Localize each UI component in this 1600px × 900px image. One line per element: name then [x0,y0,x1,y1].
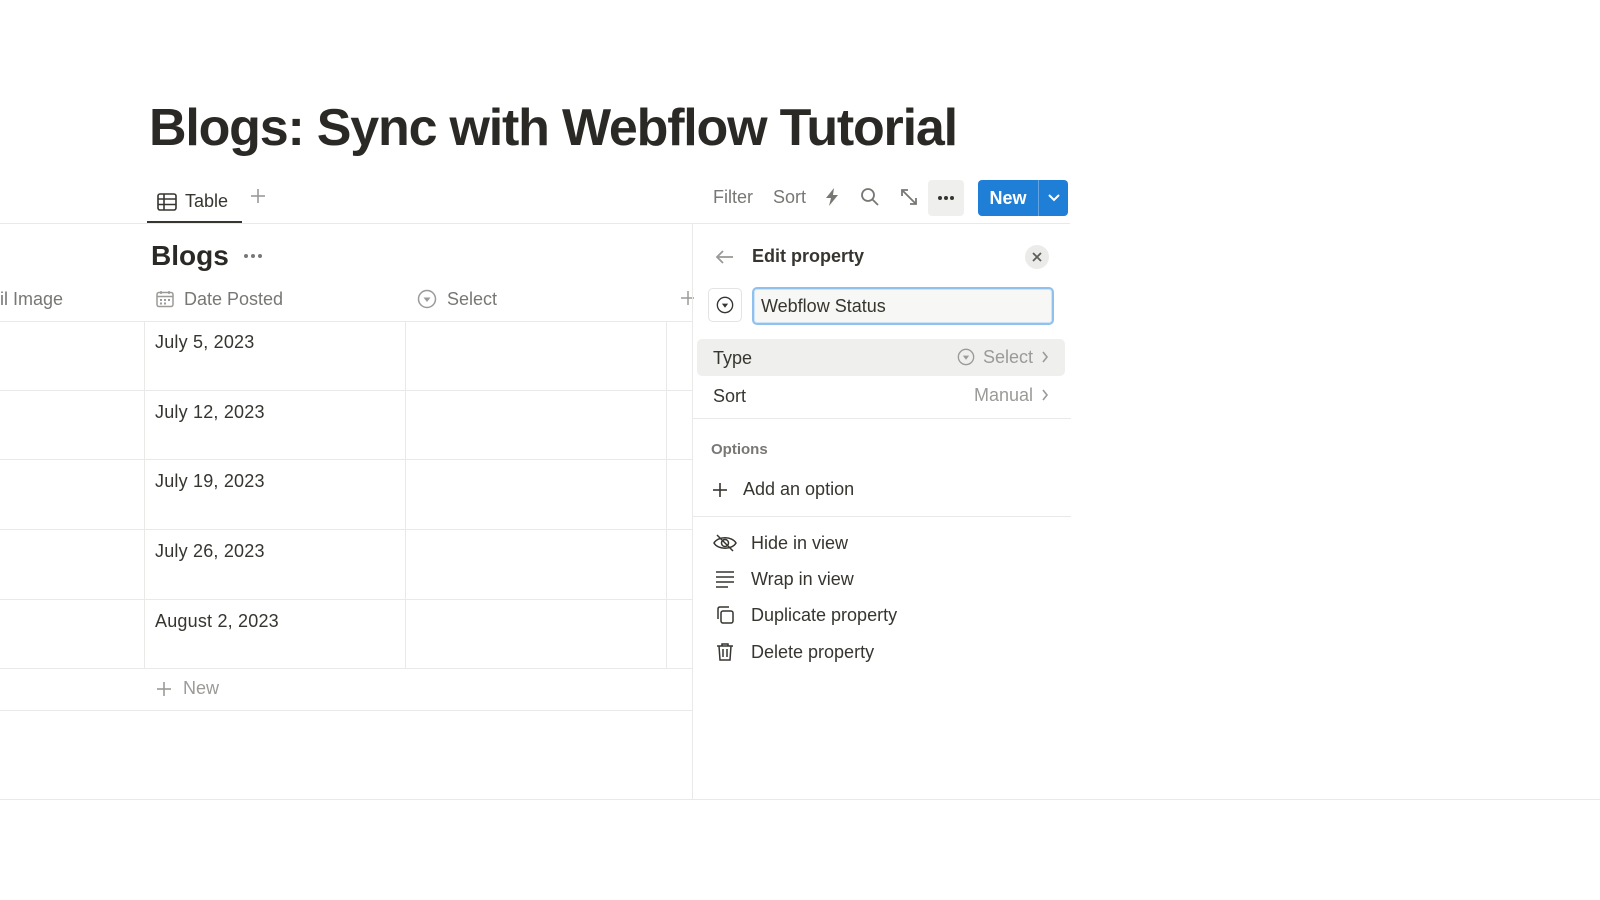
add-option-label: Add an option [743,479,855,499]
database-more-icon[interactable] [242,246,264,266]
eye-off-icon [713,531,737,555]
cell-date-posted[interactable]: July 12, 2023 [155,402,265,423]
tab-table-label: Table [185,191,229,211]
table-bottom-divider [0,710,692,711]
tab-table[interactable]: Table [148,180,242,223]
new-button-group: New [978,180,1068,216]
column-header-label: Date Posted [184,288,284,309]
bottom-divider [0,799,1600,800]
cell-select[interactable] [406,391,666,459]
add-row-button[interactable]: New [155,678,219,699]
property-sort-label: Sort [713,386,747,406]
property-sort-value-group: Manual [974,385,1049,405]
duplicate-icon [713,603,737,627]
new-options-button[interactable] [1039,180,1068,216]
property-type-row[interactable]: Type Select [697,339,1065,376]
select-icon [957,348,975,366]
more-options-button[interactable] [928,180,964,216]
property-sort-row[interactable]: Sort Manual [697,377,1065,414]
chevron-right-icon [1041,351,1049,363]
page-title: Blogs: Sync with Webflow Tutorial [149,99,958,157]
edit-property-title: Edit property [752,246,865,266]
chevron-down-icon [1047,193,1061,203]
menu-item-label: Wrap in view [751,568,854,589]
duplicate-property-menu-item[interactable]: Duplicate property [713,602,897,628]
panel-divider [693,418,1071,419]
more-horizontal-icon [937,195,955,201]
close-icon[interactable] [1025,245,1049,269]
menu-item-label: Delete property [751,641,875,662]
calendar-icon [156,290,174,308]
menu-item-label: Duplicate property [751,604,898,625]
row-divider [0,668,692,669]
table-icon [157,192,177,211]
cell-date-posted[interactable]: July 26, 2023 [155,541,265,562]
filter-button[interactable]: Filter [713,186,753,208]
wrap-in-view-menu-item[interactable]: Wrap in view [713,566,854,592]
cell-date-posted[interactable]: July 19, 2023 [155,471,265,492]
options-section-label: Options [711,441,768,458]
plus-icon [155,680,173,698]
wrap-text-icon [713,567,737,591]
trash-icon [713,640,737,664]
column-header-label: il Image [0,288,64,309]
sort-button[interactable]: Sort [773,186,806,208]
cell-select[interactable] [406,530,666,598]
panel-border [692,224,693,800]
new-button[interactable]: New [978,180,1038,216]
add-row-label: New [183,678,220,698]
select-icon [716,296,734,314]
hide-in-view-menu-item[interactable]: Hide in view [713,530,848,556]
database-title[interactable]: Blogs [151,238,229,274]
plus-icon [711,481,729,499]
property-icon-button[interactable] [708,288,742,322]
arrow-left-icon[interactable] [714,246,736,268]
property-type-value-group: Select [957,347,1049,367]
column-header-label: Select [447,288,498,309]
tabs-divider [0,223,1070,224]
column-divider [666,322,667,668]
add-option-button[interactable]: Add an option [711,479,854,500]
cell-date-posted[interactable]: July 5, 2023 [155,332,254,353]
select-icon [417,289,437,309]
menu-item-label: Hide in view [751,532,849,553]
cell-date-posted[interactable]: August 2, 2023 [155,611,279,632]
delete-property-menu-item[interactable]: Delete property [713,639,874,665]
column-divider [144,322,145,668]
property-sort-value: Manual [973,385,1033,405]
chevron-right-icon [1041,389,1049,401]
column-header-date-posted[interactable]: Date Posted [156,286,283,312]
search-icon[interactable] [858,185,882,209]
cell-select[interactable] [406,460,666,528]
property-type-label: Type [713,348,753,368]
expand-icon[interactable] [897,185,921,209]
property-name-input[interactable] [752,287,1054,325]
property-type-value: Select [982,347,1033,367]
column-header-thumbnail-image[interactable]: il Image [0,286,63,312]
panel-divider [693,516,1071,517]
column-header-select[interactable]: Select [417,286,497,312]
cell-select[interactable] [406,322,666,390]
cell-select[interactable] [406,600,666,668]
lightning-icon[interactable] [820,185,844,209]
add-view-plus-icon[interactable] [248,186,268,206]
